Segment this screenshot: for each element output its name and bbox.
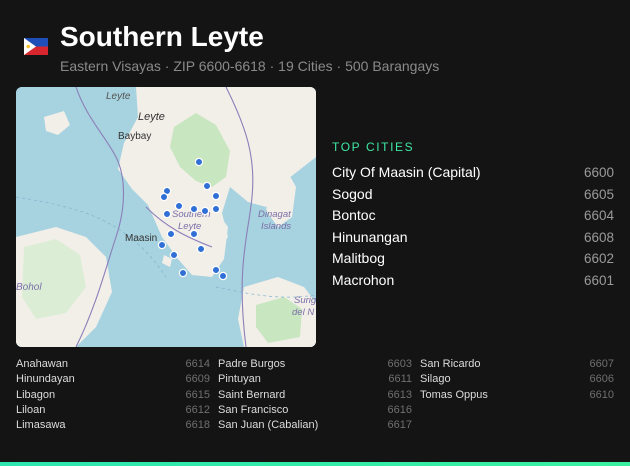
city-zip: 6616 bbox=[387, 403, 412, 416]
map-label-southern-leyte: Leyte bbox=[178, 221, 201, 232]
map-label-surigao-del-norte: del N bbox=[292, 307, 314, 318]
city-name: Limasawa bbox=[16, 419, 66, 432]
map-marker[interactable] bbox=[211, 191, 221, 201]
list-item[interactable]: Padre Burgos 6603 bbox=[218, 357, 412, 372]
city-name: Anahawan bbox=[16, 358, 68, 370]
city-zip: 6602 bbox=[583, 251, 614, 267]
city-column-3: San Ricardo 6607 Silago 6606 Tomas Oppus 66… bbox=[420, 357, 614, 403]
city-zip: 6606 bbox=[589, 373, 614, 386]
list-item[interactable]: San Ricardo 6607 bbox=[420, 357, 614, 372]
city-name: Libagon bbox=[16, 388, 56, 401]
map-label-dinagat: Dinagat bbox=[258, 209, 291, 220]
list-item[interactable]: Liloan 6612 bbox=[16, 403, 210, 418]
list-item[interactable]: Hinundayan 6609 bbox=[16, 372, 210, 387]
page-title: Southern Leyte bbox=[60, 21, 264, 52]
city-zip: 6607 bbox=[589, 358, 614, 370]
city-name: Macrohon bbox=[332, 271, 395, 288]
map-marker[interactable] bbox=[157, 240, 167, 250]
city-zip: 6612 bbox=[185, 403, 210, 416]
city-name: Pintuyan bbox=[218, 373, 261, 386]
bottom-accent-bar bbox=[0, 462, 630, 466]
city-zip: 6610 bbox=[589, 388, 614, 401]
city-name: Malitbog bbox=[332, 250, 385, 267]
top-city-row[interactable]: Malitbog 6602 bbox=[332, 248, 614, 270]
top-city-row[interactable]: Hinunangan 6608 bbox=[332, 227, 614, 249]
top-city-row[interactable]: City Of Maasin (Capital) 6600 bbox=[332, 162, 614, 184]
city-zip: 6613 bbox=[387, 388, 412, 401]
map-marker[interactable] bbox=[162, 209, 172, 219]
map-label-bohol: Bohol bbox=[16, 282, 42, 293]
city-name: San Ricardo bbox=[420, 358, 481, 370]
city-zip: 6611 bbox=[388, 373, 412, 386]
list-item[interactable]: Saint Bernard 6613 bbox=[218, 388, 412, 403]
city-zip: 6605 bbox=[583, 186, 614, 202]
city-zip: 6615 bbox=[185, 388, 210, 401]
map-label-leyte-island: Leyte bbox=[138, 111, 165, 123]
map-marker[interactable] bbox=[202, 181, 212, 191]
city-name: Liloan bbox=[16, 403, 46, 416]
list-item[interactable]: Silago 6606 bbox=[420, 372, 614, 387]
page-subtitle: Eastern Visayas · ZIP 6600-6618 · 19 Cit… bbox=[60, 58, 440, 74]
city-zip: 6618 bbox=[185, 419, 210, 432]
map-marker[interactable] bbox=[200, 206, 210, 216]
list-item[interactable]: San Juan (Cabalian) 6617 bbox=[218, 418, 412, 433]
map-label-surigao: Surig bbox=[294, 295, 316, 306]
list-item[interactable]: Limasawa 6618 bbox=[16, 418, 210, 433]
list-item[interactable]: Libagon 6615 bbox=[16, 388, 210, 403]
map-marker[interactable] bbox=[159, 192, 169, 202]
map-marker[interactable] bbox=[178, 268, 188, 278]
city-zip: 6617 bbox=[387, 419, 412, 432]
map-marker[interactable] bbox=[166, 229, 176, 239]
city-name: City Of Maasin (Capital) bbox=[332, 164, 481, 180]
map-marker[interactable] bbox=[169, 250, 179, 260]
city-name: Silago bbox=[420, 373, 451, 386]
list-item[interactable]: Tomas Oppus 6610 bbox=[420, 388, 614, 403]
list-item[interactable]: Anahawan 6614 bbox=[16, 357, 210, 372]
city-name: San Francisco bbox=[218, 403, 289, 416]
map-marker[interactable] bbox=[196, 244, 206, 254]
city-name: Tomas Oppus bbox=[420, 388, 488, 401]
city-name: Padre Burgos bbox=[218, 358, 286, 370]
city-name: San Juan (Cabalian) bbox=[218, 419, 319, 432]
top-cities-heading: TOP CITIES bbox=[332, 140, 415, 154]
city-zip: 6609 bbox=[185, 373, 210, 386]
map-marker[interactable] bbox=[211, 204, 221, 214]
map-marker[interactable] bbox=[189, 229, 199, 239]
map-label-baybay: Baybay bbox=[118, 131, 151, 142]
city-zip: 6608 bbox=[583, 229, 614, 245]
city-name: Hinundayan bbox=[16, 373, 75, 386]
map-label-leyte-top: Leyte bbox=[106, 91, 131, 102]
map-marker[interactable] bbox=[174, 201, 184, 211]
city-name: Bontoc bbox=[332, 207, 376, 224]
city-column-2: Padre Burgos 6603 Pintuyan 6611 Saint Bern… bbox=[218, 357, 412, 433]
map-label-dinagat-islands: Islands bbox=[261, 221, 291, 232]
map-marker[interactable] bbox=[194, 157, 204, 167]
list-item[interactable]: San Francisco 6616 bbox=[218, 403, 412, 418]
city-zip: 6600 bbox=[583, 165, 614, 180]
top-city-row[interactable]: Macrohon 6601 bbox=[332, 270, 614, 292]
city-zip: 6614 bbox=[185, 358, 210, 370]
map-marker[interactable] bbox=[218, 271, 228, 281]
philippines-flag-icon bbox=[24, 38, 48, 55]
map-label-maasin: Maasin bbox=[125, 233, 157, 244]
city-column-1: Anahawan 6614 Hinundayan 6609 Libagon 6615 … bbox=[16, 357, 210, 433]
province-map[interactable]: Leyte Leyte Baybay Southern Leyte Maasin… bbox=[16, 87, 316, 347]
top-city-row[interactable]: Sogod 6605 bbox=[332, 184, 614, 206]
city-zip: 6604 bbox=[583, 208, 614, 224]
top-city-row[interactable]: Bontoc 6604 bbox=[332, 205, 614, 227]
map-marker[interactable] bbox=[211, 265, 221, 275]
city-zip: 6603 bbox=[387, 358, 412, 370]
list-item[interactable]: Pintuyan 6611 bbox=[218, 372, 412, 387]
top-cities-list: City Of Maasin (Capital) 6600 Sogod 6605 B… bbox=[332, 162, 614, 292]
city-name: Sogod bbox=[332, 185, 373, 202]
city-name: Hinunangan bbox=[332, 228, 408, 245]
map-marker[interactable] bbox=[189, 204, 199, 214]
city-zip: 6601 bbox=[583, 272, 614, 288]
city-name: Saint Bernard bbox=[218, 388, 286, 401]
